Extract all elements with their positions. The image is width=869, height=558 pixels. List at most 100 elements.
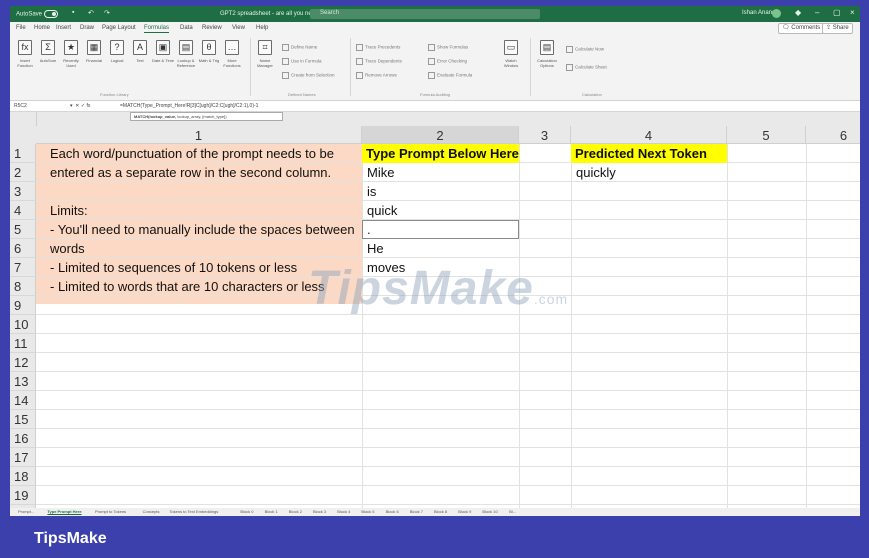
cancel-icon[interactable]: ✕ [75, 103, 79, 109]
column-header-4[interactable]: 4 [571, 126, 727, 144]
instruction-line[interactable]: Each word/punctuation of the prompt need… [50, 144, 334, 163]
error-checking-button[interactable]: Error Checking [428, 58, 467, 65]
search-box[interactable]: Search [310, 9, 540, 19]
undo-icon[interactable]: ↶ [88, 9, 94, 17]
minimize-icon[interactable]: – [815, 8, 819, 17]
sheet-tab[interactable]: Bl... [509, 509, 516, 514]
row-header[interactable]: 10 [10, 315, 36, 334]
column-header-3[interactable]: 3 [519, 126, 571, 144]
trace-precedents-button[interactable]: Trace Precedents [356, 44, 400, 51]
row-header[interactable]: 3 [10, 182, 36, 201]
text-button[interactable]: A Text [129, 40, 151, 63]
diamond-icon[interactable]: ◆ [795, 8, 801, 17]
show-formulas-button[interactable]: Show Formulas [428, 44, 468, 51]
predicted-header-cell[interactable]: Predicted Next Token [571, 144, 727, 163]
row-header[interactable]: 15 [10, 410, 36, 429]
instruction-line[interactable]: - You'll need to manually include the sp… [50, 220, 355, 239]
prompt-token-cell[interactable]: quick [367, 201, 397, 220]
row-header[interactable]: 13 [10, 372, 36, 391]
create-from-selection-button[interactable]: Create from Selection [282, 72, 335, 79]
redo-icon[interactable]: ↷ [104, 9, 110, 17]
row-header[interactable]: 5 [10, 220, 36, 239]
date-time-button[interactable]: ▣ Date & Time [152, 40, 174, 63]
tab-page-layout[interactable]: Page Layout [102, 25, 136, 31]
tab-draw[interactable]: Draw [80, 25, 94, 31]
calculate-now-button[interactable]: Calculate Now [566, 46, 604, 53]
calculation-options-button[interactable]: ▤ Calculation Options [536, 40, 558, 68]
sheet-tab[interactable]: Concepts [143, 509, 160, 514]
chevron-down-icon[interactable]: ▾ [70, 103, 73, 109]
tab-formulas[interactable]: Formulas [144, 25, 170, 33]
restore-icon[interactable]: ▢ [833, 8, 841, 17]
tab-file[interactable]: File [16, 25, 26, 31]
more-functions-button[interactable]: … More Functions [221, 40, 243, 68]
tab-home[interactable]: Home [34, 25, 50, 31]
calculate-sheet-button[interactable]: Calculate Sheet [566, 64, 607, 71]
sheet-tab[interactable]: Block 3 [313, 509, 326, 514]
math-trig-button[interactable]: θ Math & Trig [198, 40, 220, 63]
lookup-reference-button[interactable]: ▤ Lookup & Reference [175, 40, 197, 68]
sheet-tab[interactable]: Prompt to Tokens [95, 509, 126, 514]
tab-help[interactable]: Help [256, 25, 268, 31]
sheet-tab[interactable]: Block 8 [434, 509, 447, 514]
sheet-tab[interactable]: Block 9 [458, 509, 471, 514]
sheet-tab[interactable]: Type Prompt Here [47, 509, 81, 514]
evaluate-formula-button[interactable]: Evaluate Formula [428, 72, 472, 79]
autosave-toggle[interactable]: AutoSave [16, 10, 59, 18]
user-name[interactable]: Ishan Anand [742, 10, 775, 16]
sheet-tab[interactable]: Tokens to Text Embeddings [169, 509, 218, 514]
sheet-tab[interactable]: Block 1 [265, 509, 278, 514]
row-header[interactable]: 7 [10, 258, 36, 277]
name-box[interactable]: R5C2 [14, 103, 54, 109]
column-header-5[interactable]: 5 [727, 126, 806, 144]
financial-button[interactable]: ▦ Financial [83, 40, 105, 63]
row-header[interactable]: 9 [10, 296, 36, 315]
name-manager-button[interactable]: ⌗ Name Manager [254, 40, 276, 68]
row-header[interactable]: 1 [10, 144, 36, 163]
prompt-header-cell[interactable]: Type Prompt Below Here [362, 144, 519, 163]
watch-window-button[interactable]: ▭ Watch Window [500, 40, 522, 68]
row-header[interactable]: 17 [10, 448, 36, 467]
row-header[interactable]: 6 [10, 239, 36, 258]
instruction-line[interactable]: Limits: [50, 201, 88, 220]
sheet-tab[interactable]: Block 6 [386, 509, 399, 514]
row-header[interactable]: 2 [10, 163, 36, 182]
tab-view[interactable]: View [232, 25, 245, 31]
instruction-line[interactable]: words [50, 239, 85, 258]
instruction-line[interactable]: entered as a separate row in the second … [50, 163, 331, 182]
avatar[interactable] [772, 9, 781, 18]
tab-insert[interactable]: Insert [56, 25, 71, 31]
share-button[interactable]: ⇪ Share [822, 23, 853, 34]
trace-dependents-button[interactable]: Trace Dependents [356, 58, 402, 65]
sheet-tab[interactable]: Block 10 [482, 509, 497, 514]
enter-icon[interactable]: ✓ [81, 103, 85, 109]
sheet-tab[interactable]: Block 4 [337, 509, 350, 514]
instruction-line[interactable]: - Limited to words that are 10 character… [50, 277, 325, 296]
prompt-token-cell[interactable]: Mike [367, 163, 394, 182]
row-header[interactable]: 11 [10, 334, 36, 353]
select-all-corner[interactable] [10, 112, 37, 145]
sheet-tab[interactable]: Block 7 [410, 509, 423, 514]
sheet-tab[interactable]: Block 2 [289, 509, 302, 514]
tab-data[interactable]: Data [180, 25, 193, 31]
sheet-tab[interactable]: Prompt... [18, 509, 34, 514]
close-icon[interactable]: × [850, 8, 855, 17]
remove-arrows-button[interactable]: Remove Arrows [356, 72, 397, 79]
autosum-button[interactable]: Σ AutoSum [37, 40, 59, 63]
row-header[interactable]: 12 [10, 353, 36, 372]
row-header[interactable]: 14 [10, 391, 36, 410]
prompt-token-cell[interactable]: He [367, 239, 384, 258]
use-in-formula-button[interactable]: Use in Formula [282, 58, 322, 65]
sheet-tab[interactable]: Block 0 [240, 509, 253, 514]
logical-button[interactable]: ? Logical [106, 40, 128, 63]
row-header[interactable]: 8 [10, 277, 36, 296]
row-header[interactable]: 19 [10, 486, 36, 505]
formula-input[interactable]: =MATCH(Type_Prompt_Here!R[3]C[ugh]/C2:C[… [120, 103, 258, 109]
recently-used-button[interactable]: ★ Recently Used [60, 40, 82, 68]
save-icon[interactable]: ▪ [72, 9, 74, 16]
sheet-tab[interactable]: Block 5 [361, 509, 374, 514]
tab-review[interactable]: Review [202, 25, 222, 31]
column-header-6[interactable]: 6 [806, 126, 860, 144]
column-header-2[interactable]: 2 [362, 126, 519, 144]
instruction-line[interactable]: - Limited to sequences of 10 tokens or l… [50, 258, 297, 277]
